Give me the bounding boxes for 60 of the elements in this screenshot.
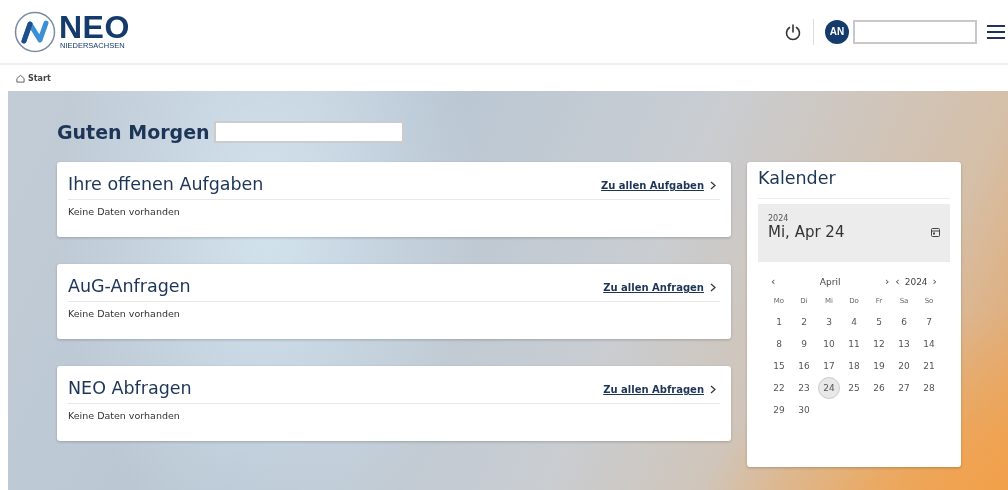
calendar-day[interactable]: 29 bbox=[768, 399, 790, 421]
user-avatar[interactable]: AN bbox=[825, 19, 849, 44]
year-label: 2024 bbox=[768, 214, 790, 223]
calendar-day[interactable]: 28 bbox=[918, 377, 940, 399]
calendar-day[interactable]: 3 bbox=[818, 311, 840, 333]
calendar-day[interactable]: 9 bbox=[793, 333, 815, 355]
calendar-day[interactable]: 24 bbox=[818, 377, 840, 399]
calendar-day[interactable]: 16 bbox=[793, 355, 815, 377]
previous-year-button[interactable]: ‹ bbox=[892, 276, 903, 287]
panel-title: NEO Abfragen bbox=[68, 377, 193, 398]
chevron-right-icon bbox=[710, 385, 716, 394]
panel-link[interactable]: Zu allen Anfragen bbox=[603, 282, 704, 293]
previous-month-button[interactable]: ‹ bbox=[768, 276, 779, 287]
calendar-day[interactable]: 5 bbox=[868, 311, 890, 333]
year-selector[interactable]: 2024 bbox=[902, 276, 930, 287]
calendar-day[interactable]: 26 bbox=[868, 377, 890, 399]
logo-name: NEO bbox=[59, 13, 130, 41]
calendar-day[interactable]: 8 bbox=[768, 333, 790, 355]
calendar-day[interactable]: 19 bbox=[868, 355, 890, 377]
empty-message: Keine Daten vorhanden bbox=[68, 410, 181, 421]
calendar-day[interactable]: 4 bbox=[843, 311, 865, 333]
calendar-day[interactable]: 12 bbox=[868, 333, 890, 355]
calendar-day[interactable]: 15 bbox=[768, 355, 790, 377]
calendar-day[interactable]: 21 bbox=[918, 355, 940, 377]
calendar-day[interactable]: 18 bbox=[843, 355, 865, 377]
calendar-day[interactable]: 23 bbox=[793, 377, 815, 399]
logo-icon bbox=[14, 10, 56, 53]
greeting: Guten Morgen bbox=[57, 121, 210, 143]
panel-link[interactable]: Zu allen Aufgaben bbox=[601, 180, 704, 191]
next-month-button[interactable]: › bbox=[881, 276, 893, 287]
calendar-icon[interactable] bbox=[931, 227, 940, 237]
panel-title: AuG-Anfragen bbox=[68, 275, 192, 296]
calendar-day[interactable]: 14 bbox=[918, 333, 940, 355]
breadcrumb-link[interactable]: Start bbox=[28, 73, 51, 83]
calendar-day[interactable]: 27 bbox=[893, 377, 915, 399]
calendar-title: Kalender bbox=[758, 168, 950, 199]
calendar-day[interactable]: 6 bbox=[893, 311, 915, 333]
calendar-day[interactable]: 20 bbox=[893, 355, 915, 377]
calendar-day[interactable]: 22 bbox=[768, 377, 790, 399]
next-year-button[interactable]: › bbox=[929, 276, 940, 287]
calendar-day[interactable]: 30 bbox=[793, 399, 815, 421]
chevron-right-icon bbox=[710, 283, 716, 292]
calendar-day[interactable]: 13 bbox=[893, 333, 915, 355]
calendar-day[interactable]: 10 bbox=[818, 333, 840, 355]
empty-message: Keine Daten vorhanden bbox=[68, 308, 181, 319]
power-icon[interactable] bbox=[784, 22, 802, 41]
calendar-day[interactable]: 7 bbox=[918, 311, 940, 333]
calendar-day[interactable]: 1 bbox=[768, 311, 790, 333]
home-icon bbox=[16, 73, 25, 83]
calendar-day[interactable]: 11 bbox=[843, 333, 865, 355]
chevron-right-icon bbox=[710, 181, 716, 190]
empty-message: Keine Daten vorhanden bbox=[68, 206, 181, 217]
calendar-day[interactable]: 17 bbox=[818, 355, 840, 377]
selected-date: Mi, Apr 24 bbox=[768, 223, 845, 241]
menu-icon[interactable] bbox=[986, 23, 1006, 40]
month-label[interactable]: April bbox=[778, 276, 882, 287]
calendar-day[interactable]: 25 bbox=[843, 377, 865, 399]
calendar-day[interactable]: 2 bbox=[793, 311, 815, 333]
panel-link[interactable]: Zu allen Abfragen bbox=[603, 384, 704, 395]
panel-title: Ihre offenen Aufgaben bbox=[68, 173, 265, 194]
